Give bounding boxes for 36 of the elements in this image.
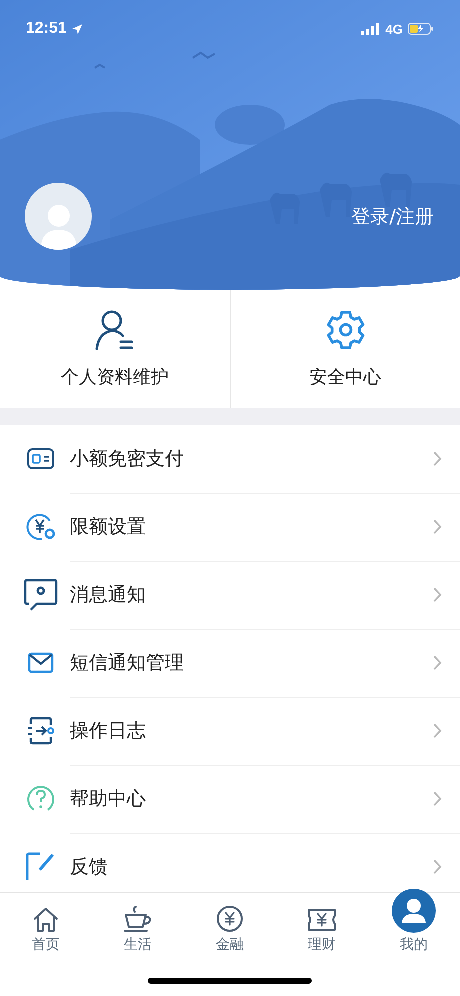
menu-item-label[interactable]: 小额免密支付 [70, 446, 184, 472]
menu-item-label[interactable]: 帮助中心 [70, 786, 146, 812]
tab[interactable]: 理财 [276, 893, 368, 954]
coffee-cup-icon [123, 905, 153, 933]
chevron-right-icon [433, 790, 442, 806]
card-icon [27, 448, 55, 470]
tab[interactable]: 生活 [92, 893, 184, 954]
menu-item-label[interactable]: 反馈 [70, 854, 108, 880]
edit-icon [26, 852, 56, 882]
tab[interactable]: 金融 [184, 893, 276, 954]
chevron-right-icon [433, 586, 442, 602]
chevron-right-icon [433, 722, 442, 738]
yen-settings-icon [26, 512, 56, 542]
chevron-right-icon [433, 654, 442, 670]
mail-icon [28, 652, 54, 674]
menu-item-label[interactable]: 消息通知 [70, 582, 146, 608]
log-icon [27, 717, 55, 745]
home-icon [33, 907, 59, 933]
tab[interactable]: 首页 [0, 893, 92, 954]
tab[interactable]: 我的 [368, 869, 460, 954]
menu-item-label[interactable]: 操作日志 [70, 718, 146, 744]
menu-item-label[interactable]: 限额设置 [70, 514, 146, 540]
chevron-right-icon [433, 518, 442, 534]
menu-item-label[interactable]: 短信通知管理 [70, 650, 184, 676]
chevron-right-icon [433, 450, 442, 466]
yen-ticket-icon [307, 907, 337, 933]
chevron-right-icon [433, 858, 442, 874]
yen-coin-icon [216, 905, 244, 933]
signal-icon [360, 23, 381, 35]
login-register-link[interactable]: 登录/注册 [352, 204, 434, 230]
network-type: 4G [386, 22, 403, 36]
message-gear-icon [24, 579, 58, 611]
status-time: 12:51 [26, 20, 67, 38]
settings-icon [324, 309, 366, 351]
battery-charging-icon [408, 23, 434, 35]
location-arrow-icon [72, 24, 83, 34]
